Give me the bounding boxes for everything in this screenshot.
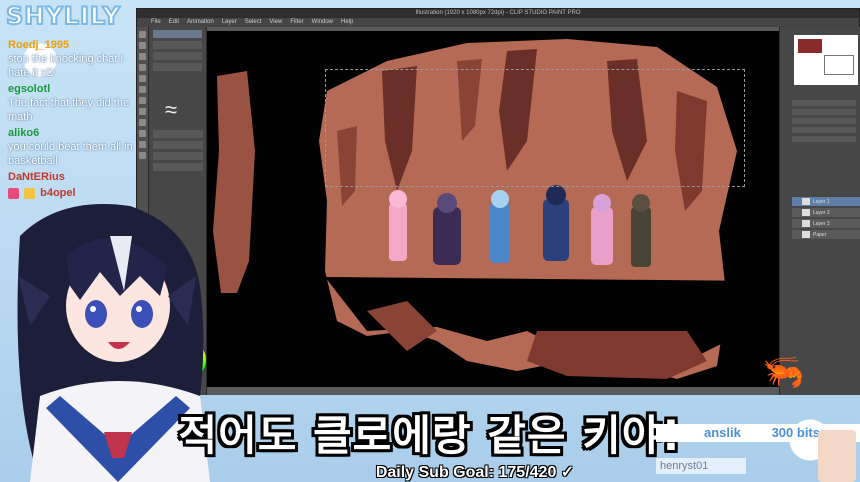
layer-thumbnail bbox=[802, 209, 810, 216]
tool-button[interactable] bbox=[139, 31, 146, 38]
menu-item[interactable]: Layer bbox=[222, 18, 237, 27]
chat-message: Roedj_1995 stop the knocking chat i hate… bbox=[8, 38, 138, 80]
subtool-item[interactable] bbox=[153, 63, 202, 71]
layer-thumbnail bbox=[802, 220, 810, 227]
layer-thumbnail bbox=[802, 231, 810, 238]
tool-button[interactable] bbox=[139, 108, 146, 115]
tool-button[interactable] bbox=[139, 119, 146, 126]
sub-goal-bar: Daily Sub Goal: 175/420 ✓ bbox=[375, 464, 575, 481]
layer-name: Layer 1 bbox=[813, 198, 830, 205]
chibi-sticker bbox=[818, 430, 856, 482]
layer-name: Paper bbox=[813, 231, 827, 238]
chat-text: The fact that they did the math bbox=[8, 97, 130, 123]
canvas-area[interactable] bbox=[207, 27, 779, 395]
tool-button[interactable] bbox=[139, 75, 146, 82]
canvas-artwork[interactable] bbox=[207, 31, 779, 387]
panel-row[interactable] bbox=[792, 136, 856, 142]
chat-text: stop the knocking chat i hate it xD bbox=[8, 53, 123, 79]
leaderboard-amount: 300 bits bbox=[771, 425, 820, 440]
layer-name: Layer 2 bbox=[813, 209, 830, 216]
chat-message: DaNtERius bbox=[8, 170, 138, 184]
clip-studio-window: Illustration (1920 x 1080px 72dpi) - CLI… bbox=[136, 8, 860, 395]
chat-message: egsolotl The fact that they did the math bbox=[8, 82, 138, 124]
tool-button[interactable] bbox=[139, 141, 146, 148]
menu-item[interactable]: Filter bbox=[290, 18, 303, 27]
panel-row[interactable] bbox=[792, 127, 856, 133]
tool-button[interactable] bbox=[139, 86, 146, 93]
shrimp-icon: 🦐 bbox=[762, 353, 805, 391]
chat-username: egsolotl bbox=[8, 83, 51, 95]
layer-item[interactable]: Layer 3 bbox=[792, 219, 860, 228]
chat-username: aliko6 bbox=[8, 127, 40, 139]
menu-item[interactable]: Select bbox=[245, 18, 262, 27]
layer-list: Layer 1 Layer 2 Layer 3 Paper bbox=[792, 197, 860, 247]
window-title: Illustration (1920 x 1080px 72dpi) - CLI… bbox=[137, 9, 859, 18]
subtool-item[interactable] bbox=[153, 41, 202, 49]
menu-item[interactable]: Animation bbox=[187, 18, 214, 27]
leaderboard-user: anslik bbox=[704, 425, 741, 440]
tool-button[interactable] bbox=[139, 64, 146, 71]
right-panel: Layer 1 Layer 2 Layer 3 Paper bbox=[779, 27, 860, 395]
layer-item[interactable]: Layer 2 bbox=[792, 208, 860, 217]
panel-row[interactable] bbox=[792, 100, 856, 106]
property-row[interactable] bbox=[153, 141, 203, 149]
menu-bar: File Edit Animation Layer Select View Fi… bbox=[137, 18, 859, 27]
panel-row[interactable] bbox=[792, 109, 856, 115]
bits-leaderboard: anslik 300 bits henryst01 bbox=[656, 424, 860, 482]
menu-item[interactable]: Window bbox=[312, 18, 333, 27]
menu-item[interactable]: File bbox=[151, 18, 161, 27]
tool-button[interactable] bbox=[139, 42, 146, 49]
tool-button[interactable] bbox=[139, 130, 146, 137]
menu-item[interactable]: Edit bbox=[169, 18, 179, 27]
layer-item[interactable]: Paper bbox=[792, 230, 860, 239]
chat-text: you could beat them all in basketball bbox=[8, 141, 133, 167]
subtitle-caption: 적어도 클로에랑 같은 키야! bbox=[178, 411, 682, 460]
panel-row[interactable] bbox=[792, 118, 856, 124]
subtool-item[interactable] bbox=[153, 52, 202, 60]
property-row[interactable] bbox=[153, 163, 203, 171]
leaderboard-second-row: henryst01 bbox=[656, 458, 746, 474]
layer-item[interactable]: Layer 1 bbox=[792, 197, 860, 206]
menu-item[interactable]: Help bbox=[341, 18, 353, 27]
selection-marquee[interactable] bbox=[325, 69, 745, 187]
chat-panel: Roedj_1995 stop the knocking chat i hate… bbox=[8, 38, 138, 202]
stream-logo: SHYLILY bbox=[5, 1, 121, 31]
tool-button[interactable] bbox=[139, 97, 146, 104]
chat-message: aliko6 you could beat them all in basket… bbox=[8, 126, 138, 168]
subtool-item[interactable] bbox=[153, 30, 202, 38]
navigator-preview[interactable] bbox=[794, 35, 858, 85]
tool-button[interactable] bbox=[139, 152, 146, 159]
layer-thumbnail bbox=[802, 198, 810, 205]
tool-button[interactable] bbox=[139, 53, 146, 60]
property-row[interactable] bbox=[153, 130, 203, 138]
layer-name: Layer 3 bbox=[813, 220, 830, 227]
chat-username: DaNtERius bbox=[8, 171, 65, 183]
chat-username: Roedj_1995 bbox=[8, 39, 70, 51]
menu-item[interactable]: View bbox=[269, 18, 282, 27]
brush-icon: ≈ bbox=[165, 97, 178, 122]
property-row[interactable] bbox=[153, 152, 203, 160]
